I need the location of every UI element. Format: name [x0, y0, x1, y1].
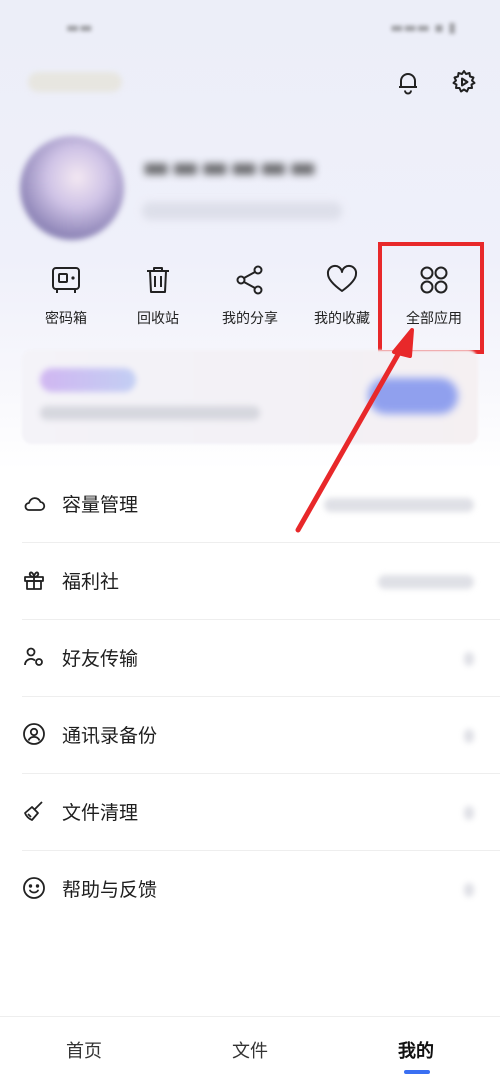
- menu-label: 文件清理: [62, 802, 139, 824]
- tab-files[interactable]: 文件: [232, 1037, 268, 1063]
- menu-item-help-feedback[interactable]: 帮助与反馈: [0, 851, 500, 928]
- menu-item-file-cleanup[interactable]: 文件清理: [0, 774, 500, 851]
- trash-icon: [138, 260, 178, 300]
- menu-label: 好友传输: [62, 648, 139, 670]
- menu-value-blurred: [324, 498, 474, 512]
- vip-button-blurred[interactable]: [368, 378, 458, 414]
- bell-icon[interactable]: [392, 66, 424, 98]
- avatar[interactable]: [20, 136, 124, 240]
- shortcut-my-shares[interactable]: 我的分享: [204, 256, 296, 346]
- menu-label: 福利社: [62, 571, 120, 593]
- blurred-badge: [28, 72, 122, 92]
- safe-icon: [46, 260, 86, 300]
- vip-card-blurred[interactable]: [22, 350, 478, 444]
- status-indicators-blurred: ▬▬▬ ▪ ▮: [390, 20, 456, 36]
- shortcut-favorites[interactable]: 我的收藏: [296, 256, 388, 346]
- menu-value-blurred: [378, 575, 474, 589]
- heart-icon: [322, 260, 362, 300]
- settings-menu: 容量管理 福利社 好友传输 通讯录备份 文件清理 帮助与反馈: [0, 466, 500, 928]
- friends-icon: [22, 645, 46, 669]
- settings-icon[interactable]: [448, 66, 480, 98]
- broom-icon: [22, 799, 46, 823]
- user-name-blurred: ▬▬▬▬▬▬: [142, 150, 319, 185]
- chevron-right-icon: [464, 652, 474, 666]
- active-tab-indicator: [404, 1070, 430, 1074]
- menu-item-friend-transfer[interactable]: 好友传输: [0, 620, 500, 697]
- shortcut-label: 我的分享: [222, 311, 278, 327]
- shortcut-safe[interactable]: 密码箱: [20, 256, 112, 346]
- chevron-right-icon: [464, 883, 474, 897]
- shortcut-recycle-bin[interactable]: 回收站: [112, 256, 204, 346]
- chevron-right-icon: [464, 806, 474, 820]
- shortcut-label: 密码箱: [45, 311, 87, 327]
- contact-icon: [22, 722, 46, 746]
- menu-label: 通讯录备份: [62, 725, 158, 747]
- tab-mine[interactable]: 我的: [398, 1037, 434, 1063]
- share-icon: [230, 260, 270, 300]
- smile-icon: [22, 876, 46, 900]
- gift-icon: [22, 568, 46, 592]
- user-info-blurred: [142, 202, 342, 220]
- menu-label: 帮助与反馈: [62, 879, 158, 901]
- menu-label: 容量管理: [62, 494, 139, 516]
- vip-text-blurred: [40, 406, 260, 420]
- shortcut-label: 我的收藏: [314, 311, 370, 327]
- menu-item-storage[interactable]: 容量管理: [0, 466, 500, 543]
- status-time-blurred: ▬▬: [66, 20, 93, 36]
- tab-home[interactable]: 首页: [66, 1037, 102, 1063]
- vip-tag-blurred: [40, 368, 136, 392]
- cloud-icon: [22, 491, 46, 515]
- menu-item-welfare[interactable]: 福利社: [0, 543, 500, 620]
- menu-item-contacts-backup[interactable]: 通讯录备份: [0, 697, 500, 774]
- status-bar: ▬▬ ▬▬▬ ▪ ▮: [0, 0, 500, 56]
- shortcut-label: 回收站: [137, 311, 179, 327]
- chevron-right-icon: [464, 729, 474, 743]
- annotation-highlight-box: [378, 242, 484, 354]
